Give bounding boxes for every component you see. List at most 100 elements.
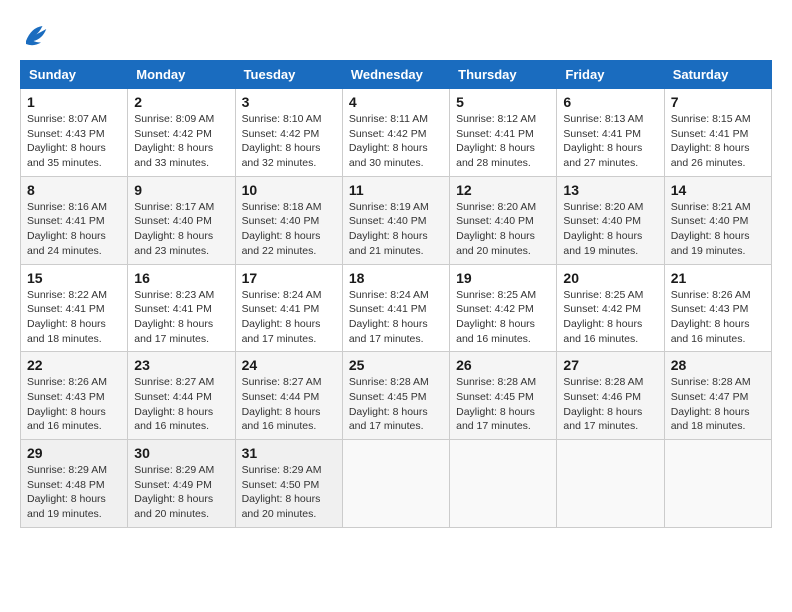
calendar-cell xyxy=(450,440,557,528)
day-info: Sunrise: 8:29 AM Sunset: 4:49 PM Dayligh… xyxy=(134,463,228,522)
day-number: 9 xyxy=(134,182,228,198)
day-info: Sunrise: 8:26 AM Sunset: 4:43 PM Dayligh… xyxy=(27,375,121,434)
calendar-table: SundayMondayTuesdayWednesdayThursdayFrid… xyxy=(20,60,772,528)
calendar-cell xyxy=(342,440,449,528)
calendar-cell: 16 Sunrise: 8:23 AM Sunset: 4:41 PM Dayl… xyxy=(128,264,235,352)
calendar-cell: 29 Sunrise: 8:29 AM Sunset: 4:48 PM Dayl… xyxy=(21,440,128,528)
day-number: 15 xyxy=(27,270,121,286)
calendar-cell: 3 Sunrise: 8:10 AM Sunset: 4:42 PM Dayli… xyxy=(235,89,342,177)
day-number: 2 xyxy=(134,94,228,110)
day-number: 30 xyxy=(134,445,228,461)
weekday-header-sunday: Sunday xyxy=(21,61,128,89)
calendar-cell: 10 Sunrise: 8:18 AM Sunset: 4:40 PM Dayl… xyxy=(235,176,342,264)
day-number: 16 xyxy=(134,270,228,286)
day-number: 29 xyxy=(27,445,121,461)
day-info: Sunrise: 8:20 AM Sunset: 4:40 PM Dayligh… xyxy=(563,200,657,259)
day-number: 25 xyxy=(349,357,443,373)
day-number: 12 xyxy=(456,182,550,198)
day-number: 26 xyxy=(456,357,550,373)
calendar-row-week-5: 29 Sunrise: 8:29 AM Sunset: 4:48 PM Dayl… xyxy=(21,440,772,528)
calendar-cell: 27 Sunrise: 8:28 AM Sunset: 4:46 PM Dayl… xyxy=(557,352,664,440)
day-info: Sunrise: 8:22 AM Sunset: 4:41 PM Dayligh… xyxy=(27,288,121,347)
day-number: 8 xyxy=(27,182,121,198)
calendar-cell: 1 Sunrise: 8:07 AM Sunset: 4:43 PM Dayli… xyxy=(21,89,128,177)
day-number: 1 xyxy=(27,94,121,110)
calendar-cell: 4 Sunrise: 8:11 AM Sunset: 4:42 PM Dayli… xyxy=(342,89,449,177)
day-info: Sunrise: 8:12 AM Sunset: 4:41 PM Dayligh… xyxy=(456,112,550,171)
weekday-header-friday: Friday xyxy=(557,61,664,89)
day-info: Sunrise: 8:28 AM Sunset: 4:45 PM Dayligh… xyxy=(456,375,550,434)
calendar-cell: 6 Sunrise: 8:13 AM Sunset: 4:41 PM Dayli… xyxy=(557,89,664,177)
calendar-cell: 13 Sunrise: 8:20 AM Sunset: 4:40 PM Dayl… xyxy=(557,176,664,264)
logo xyxy=(20,20,54,50)
weekday-header-monday: Monday xyxy=(128,61,235,89)
day-number: 14 xyxy=(671,182,765,198)
calendar-cell: 22 Sunrise: 8:26 AM Sunset: 4:43 PM Dayl… xyxy=(21,352,128,440)
calendar-cell: 15 Sunrise: 8:22 AM Sunset: 4:41 PM Dayl… xyxy=(21,264,128,352)
day-number: 24 xyxy=(242,357,336,373)
weekday-header-tuesday: Tuesday xyxy=(235,61,342,89)
calendar-cell: 26 Sunrise: 8:28 AM Sunset: 4:45 PM Dayl… xyxy=(450,352,557,440)
calendar-cell: 9 Sunrise: 8:17 AM Sunset: 4:40 PM Dayli… xyxy=(128,176,235,264)
calendar-cell: 5 Sunrise: 8:12 AM Sunset: 4:41 PM Dayli… xyxy=(450,89,557,177)
logo-icon xyxy=(20,20,50,50)
calendar-cell: 11 Sunrise: 8:19 AM Sunset: 4:40 PM Dayl… xyxy=(342,176,449,264)
day-number: 5 xyxy=(456,94,550,110)
calendar-cell: 28 Sunrise: 8:28 AM Sunset: 4:47 PM Dayl… xyxy=(664,352,771,440)
day-info: Sunrise: 8:18 AM Sunset: 4:40 PM Dayligh… xyxy=(242,200,336,259)
calendar-header-row: SundayMondayTuesdayWednesdayThursdayFrid… xyxy=(21,61,772,89)
calendar-cell: 7 Sunrise: 8:15 AM Sunset: 4:41 PM Dayli… xyxy=(664,89,771,177)
day-number: 13 xyxy=(563,182,657,198)
calendar-cell xyxy=(557,440,664,528)
day-number: 11 xyxy=(349,182,443,198)
day-info: Sunrise: 8:27 AM Sunset: 4:44 PM Dayligh… xyxy=(242,375,336,434)
calendar-cell xyxy=(664,440,771,528)
day-info: Sunrise: 8:25 AM Sunset: 4:42 PM Dayligh… xyxy=(456,288,550,347)
day-number: 27 xyxy=(563,357,657,373)
day-info: Sunrise: 8:25 AM Sunset: 4:42 PM Dayligh… xyxy=(563,288,657,347)
day-info: Sunrise: 8:16 AM Sunset: 4:41 PM Dayligh… xyxy=(27,200,121,259)
day-number: 7 xyxy=(671,94,765,110)
day-info: Sunrise: 8:28 AM Sunset: 4:47 PM Dayligh… xyxy=(671,375,765,434)
day-number: 6 xyxy=(563,94,657,110)
day-info: Sunrise: 8:27 AM Sunset: 4:44 PM Dayligh… xyxy=(134,375,228,434)
day-number: 31 xyxy=(242,445,336,461)
calendar-row-week-3: 15 Sunrise: 8:22 AM Sunset: 4:41 PM Dayl… xyxy=(21,264,772,352)
calendar-cell: 23 Sunrise: 8:27 AM Sunset: 4:44 PM Dayl… xyxy=(128,352,235,440)
day-info: Sunrise: 8:19 AM Sunset: 4:40 PM Dayligh… xyxy=(349,200,443,259)
weekday-header-saturday: Saturday xyxy=(664,61,771,89)
day-number: 18 xyxy=(349,270,443,286)
day-number: 28 xyxy=(671,357,765,373)
calendar-cell: 20 Sunrise: 8:25 AM Sunset: 4:42 PM Dayl… xyxy=(557,264,664,352)
weekday-header-wednesday: Wednesday xyxy=(342,61,449,89)
day-number: 21 xyxy=(671,270,765,286)
day-number: 10 xyxy=(242,182,336,198)
day-info: Sunrise: 8:28 AM Sunset: 4:46 PM Dayligh… xyxy=(563,375,657,434)
day-number: 20 xyxy=(563,270,657,286)
weekday-header-thursday: Thursday xyxy=(450,61,557,89)
day-number: 4 xyxy=(349,94,443,110)
calendar-cell: 18 Sunrise: 8:24 AM Sunset: 4:41 PM Dayl… xyxy=(342,264,449,352)
day-info: Sunrise: 8:26 AM Sunset: 4:43 PM Dayligh… xyxy=(671,288,765,347)
day-info: Sunrise: 8:10 AM Sunset: 4:42 PM Dayligh… xyxy=(242,112,336,171)
day-number: 22 xyxy=(27,357,121,373)
calendar-cell: 8 Sunrise: 8:16 AM Sunset: 4:41 PM Dayli… xyxy=(21,176,128,264)
day-number: 17 xyxy=(242,270,336,286)
day-info: Sunrise: 8:21 AM Sunset: 4:40 PM Dayligh… xyxy=(671,200,765,259)
day-info: Sunrise: 8:09 AM Sunset: 4:42 PM Dayligh… xyxy=(134,112,228,171)
day-info: Sunrise: 8:24 AM Sunset: 4:41 PM Dayligh… xyxy=(349,288,443,347)
day-info: Sunrise: 8:17 AM Sunset: 4:40 PM Dayligh… xyxy=(134,200,228,259)
calendar-cell: 24 Sunrise: 8:27 AM Sunset: 4:44 PM Dayl… xyxy=(235,352,342,440)
calendar-row-week-1: 1 Sunrise: 8:07 AM Sunset: 4:43 PM Dayli… xyxy=(21,89,772,177)
calendar-cell: 14 Sunrise: 8:21 AM Sunset: 4:40 PM Dayl… xyxy=(664,176,771,264)
calendar-row-week-2: 8 Sunrise: 8:16 AM Sunset: 4:41 PM Dayli… xyxy=(21,176,772,264)
day-info: Sunrise: 8:11 AM Sunset: 4:42 PM Dayligh… xyxy=(349,112,443,171)
calendar-cell: 30 Sunrise: 8:29 AM Sunset: 4:49 PM Dayl… xyxy=(128,440,235,528)
calendar-cell: 31 Sunrise: 8:29 AM Sunset: 4:50 PM Dayl… xyxy=(235,440,342,528)
day-info: Sunrise: 8:24 AM Sunset: 4:41 PM Dayligh… xyxy=(242,288,336,347)
day-number: 19 xyxy=(456,270,550,286)
calendar-row-week-4: 22 Sunrise: 8:26 AM Sunset: 4:43 PM Dayl… xyxy=(21,352,772,440)
calendar-cell: 19 Sunrise: 8:25 AM Sunset: 4:42 PM Dayl… xyxy=(450,264,557,352)
day-info: Sunrise: 8:28 AM Sunset: 4:45 PM Dayligh… xyxy=(349,375,443,434)
calendar-cell: 12 Sunrise: 8:20 AM Sunset: 4:40 PM Dayl… xyxy=(450,176,557,264)
